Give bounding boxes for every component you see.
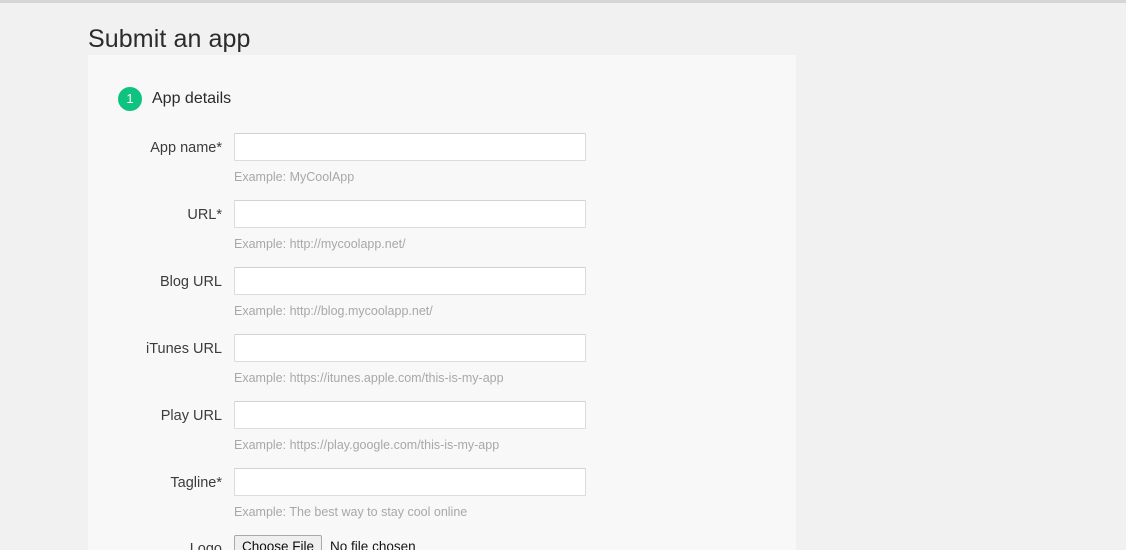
control-blog-url: Example: http://blog.mycoolapp.net/ <box>234 267 586 319</box>
label-tagline: Tagline* <box>170 475 222 491</box>
field-row-blog-url: Blog URL Example: http://blog.mycoolapp.… <box>88 267 796 334</box>
app-details-form: App name* Example: MyCoolApp URL* Exampl… <box>88 133 796 550</box>
logo-file-input[interactable]: Choose File No file chosen <box>234 535 416 550</box>
section-header-app-details: 1 App details <box>118 87 231 111</box>
control-play-url: Example: https://play.google.com/this-is… <box>234 401 586 453</box>
help-tagline: Example: The best way to stay cool onlin… <box>234 505 468 519</box>
label-play-url: Play URL <box>160 408 222 424</box>
control-logo: Choose File No file chosen <box>234 535 416 550</box>
tagline-input[interactable] <box>234 468 586 496</box>
control-tagline: Example: The best way to stay cool onlin… <box>234 468 586 520</box>
field-row-tagline: Tagline* Example: The best way to stay c… <box>88 468 796 535</box>
choose-file-button[interactable]: Choose File <box>234 535 323 550</box>
control-url: Example: http://mycoolapp.net/ <box>234 200 586 252</box>
play-url-input[interactable] <box>234 401 586 429</box>
help-play-url: Example: https://play.google.com/this-is… <box>234 438 500 452</box>
field-row-app-name: App name* Example: MyCoolApp <box>88 133 796 200</box>
help-blog-url: Example: http://blog.mycoolapp.net/ <box>234 304 433 318</box>
url-input[interactable] <box>234 200 586 228</box>
page-viewport: Submit an app 1 App details App name* Ex… <box>0 0 1126 550</box>
app-name-input[interactable] <box>234 133 586 161</box>
help-itunes-url: Example: https://itunes.apple.com/this-i… <box>234 371 504 385</box>
field-row-play-url: Play URL Example: https://play.google.co… <box>88 401 796 468</box>
label-itunes-url: iTunes URL <box>145 341 222 357</box>
control-itunes-url: Example: https://itunes.apple.com/this-i… <box>234 334 586 386</box>
field-row-url: URL* Example: http://mycoolapp.net/ <box>88 200 796 267</box>
file-status-text: No file chosen <box>330 539 416 550</box>
step-number-badge: 1 <box>118 87 142 111</box>
label-logo: Logo <box>189 541 222 550</box>
submit-app-card: 1 App details App name* Example: MyCoolA… <box>88 55 796 550</box>
help-app-name: Example: MyCoolApp <box>234 170 355 184</box>
help-url: Example: http://mycoolapp.net/ <box>234 237 406 251</box>
label-url: URL* <box>187 207 222 223</box>
section-title: App details <box>152 90 232 107</box>
label-app-name: App name* <box>150 140 222 156</box>
field-row-itunes-url: iTunes URL Example: https://itunes.apple… <box>88 334 796 401</box>
control-app-name: Example: MyCoolApp <box>234 133 586 185</box>
label-blog-url: Blog URL <box>159 274 222 290</box>
field-row-logo: Logo Choose File No file chosen <box>88 535 796 550</box>
blog-url-input[interactable] <box>234 267 586 295</box>
itunes-url-input[interactable] <box>234 334 586 362</box>
page-title: Submit an app <box>88 24 251 53</box>
